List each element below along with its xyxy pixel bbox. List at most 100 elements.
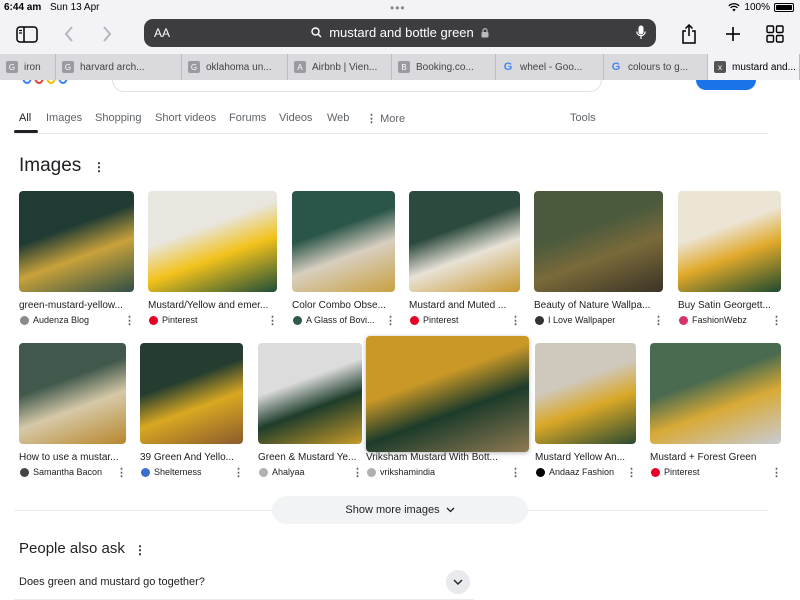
image-caption[interactable]: 39 Green And Yello...: [140, 452, 239, 463]
images-section-title: Images: [19, 155, 82, 176]
image-thumbnail[interactable]: [19, 191, 134, 292]
battery-percent: 100%: [744, 2, 770, 13]
images-section-menu-icon[interactable]: ⋮: [93, 160, 105, 174]
nav-videos[interactable]: Videos: [279, 112, 312, 124]
sidebar-icon[interactable]: [14, 22, 40, 46]
image-thumbnail[interactable]: [292, 191, 395, 292]
image-thumbnail[interactable]: [409, 191, 520, 292]
image-more-options-icon[interactable]: ⋮: [233, 466, 244, 479]
image-source[interactable]: Shelterness: [141, 467, 202, 477]
image-more-options-icon[interactable]: ⋮: [267, 314, 278, 327]
browser-tab[interactable]: Gcolours to g...: [604, 54, 708, 80]
image-thumbnail[interactable]: [534, 191, 663, 292]
browser-tab[interactable]: A Airbnb | Vien...: [288, 54, 392, 80]
image-source[interactable]: vrikshamindia: [367, 467, 435, 477]
image-caption[interactable]: Mustard + Forest Green: [650, 452, 777, 463]
browser-tab[interactable]: Goklahoma un...: [182, 54, 288, 80]
nav-more[interactable]: ⋮ More: [366, 112, 405, 125]
image-more-options-icon[interactable]: ⋮: [385, 314, 396, 327]
source-favicon-icon: [535, 315, 544, 325]
image-thumbnail[interactable]: [650, 343, 781, 444]
image-source[interactable]: A Glass of Bovi...: [293, 315, 375, 325]
image-caption[interactable]: Mustard Yellow An...: [535, 452, 632, 463]
share-icon[interactable]: [676, 22, 702, 46]
source-favicon-icon: [651, 467, 660, 477]
image-caption[interactable]: Beauty of Nature Wallpa...: [534, 300, 659, 311]
microphone-icon[interactable]: [636, 25, 646, 40]
browser-tab[interactable]: x mustard and...: [708, 54, 800, 80]
tab-overview-icon[interactable]: [762, 22, 788, 46]
tab-favicon-icon: G: [6, 61, 18, 73]
source-name: Shelterness: [154, 467, 202, 477]
nav-shopping[interactable]: Shopping: [95, 112, 142, 124]
browser-tab[interactable]: B Booking.co...: [392, 54, 496, 80]
image-source[interactable]: FashionWebz: [679, 315, 747, 325]
image-source[interactable]: Pinterest: [410, 315, 459, 325]
nav-short-videos[interactable]: Short videos: [155, 112, 216, 124]
image-more-options-icon[interactable]: ⋮: [653, 314, 664, 327]
image-caption[interactable]: Vriksham Mustard With Bott...: [366, 452, 504, 463]
browser-tab[interactable]: Gharvard arch...: [56, 54, 182, 80]
image-caption[interactable]: Buy Satin Georgett...: [678, 300, 777, 311]
image-more-options-icon[interactable]: ⋮: [124, 314, 135, 327]
image-more-options-icon[interactable]: ⋮: [510, 466, 521, 479]
nav-forums[interactable]: Forums: [229, 112, 266, 124]
multitasking-dots-icon[interactable]: •••: [390, 1, 406, 15]
status-bar: 6:44 am Sun 13 Apr ••• 100%: [0, 0, 800, 16]
image-caption[interactable]: Green & Mustard Ye...: [258, 452, 358, 463]
image-caption[interactable]: green-mustard-yellow...: [19, 300, 130, 311]
image-thumbnail[interactable]: [678, 191, 781, 292]
paa-question[interactable]: Does green and mustard go together?: [19, 576, 205, 588]
image-source[interactable]: Samantha Bacon: [20, 467, 102, 477]
forward-icon[interactable]: [94, 22, 120, 46]
source-name: Pinterest: [162, 315, 198, 325]
image-thumbnail[interactable]: [19, 343, 126, 444]
image-thumbnail[interactable]: [535, 343, 636, 444]
source-favicon-icon: [259, 467, 268, 477]
sign-in-button-edge[interactable]: [696, 80, 756, 90]
image-thumbnail[interactable]: [148, 191, 277, 292]
source-name: Ahalyaa: [272, 467, 305, 477]
source-favicon-icon: [367, 467, 376, 477]
new-tab-icon[interactable]: [720, 22, 746, 46]
tab-label: Booking.co...: [416, 61, 474, 73]
image-source[interactable]: Ahalyaa: [259, 467, 305, 477]
chevron-down-icon: [453, 579, 463, 585]
image-thumbnail[interactable]: [366, 336, 529, 452]
image-more-options-icon[interactable]: ⋮: [116, 466, 127, 479]
paa-menu-icon[interactable]: ⋮: [134, 543, 146, 557]
show-more-images-button[interactable]: Show more images: [272, 496, 528, 524]
close-tab-icon[interactable]: x: [714, 61, 726, 73]
nav-all[interactable]: All: [19, 112, 31, 124]
address-bar[interactable]: AA mustard and bottle green: [144, 19, 656, 47]
google-logo[interactable]: [20, 80, 80, 86]
image-more-options-icon[interactable]: ⋮: [771, 466, 782, 479]
nav-web[interactable]: Web: [327, 112, 349, 124]
browser-tab[interactable]: Gwheel - Goo...: [496, 54, 604, 80]
search-box-edge[interactable]: [112, 80, 602, 92]
image-more-options-icon[interactable]: ⋮: [771, 314, 782, 327]
image-caption[interactable]: How to use a mustar...: [19, 452, 122, 463]
source-favicon-icon: [679, 315, 688, 325]
image-caption[interactable]: Mustard/Yellow and emer...: [148, 300, 273, 311]
paa-expand-button[interactable]: [446, 570, 470, 594]
image-source[interactable]: I Love Wallpaper: [535, 315, 615, 325]
nav-tools[interactable]: Tools: [570, 112, 596, 124]
nav-images[interactable]: Images: [46, 112, 82, 124]
image-thumbnail[interactable]: [140, 343, 243, 444]
image-caption[interactable]: Mustard and Muted ...: [409, 300, 516, 311]
browser-tab[interactable]: Giron: [0, 54, 56, 80]
image-more-options-icon[interactable]: ⋮: [352, 466, 363, 479]
image-caption[interactable]: Color Combo Obse...: [292, 300, 391, 311]
image-source[interactable]: Pinterest: [651, 467, 700, 477]
image-more-options-icon[interactable]: ⋮: [510, 314, 521, 327]
image-thumbnail[interactable]: [258, 343, 362, 444]
image-source[interactable]: Andaaz Fashion: [536, 467, 614, 477]
source-name: Pinterest: [423, 315, 459, 325]
address-query[interactable]: mustard and bottle green: [144, 25, 656, 40]
source-name: FashionWebz: [692, 315, 747, 325]
image-source[interactable]: Pinterest: [149, 315, 198, 325]
image-source[interactable]: Audenza Blog: [20, 315, 89, 325]
image-more-options-icon[interactable]: ⋮: [626, 466, 637, 479]
back-icon[interactable]: [56, 22, 82, 46]
